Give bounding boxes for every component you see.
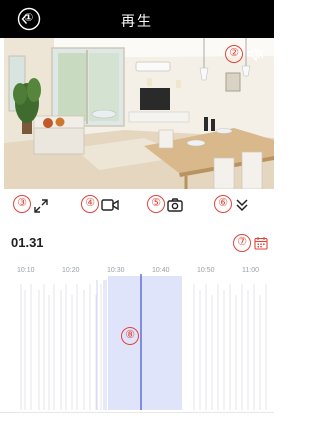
collapse-button[interactable]: ⑥ [214,194,254,216]
date-label: 01.31 [11,235,44,250]
snapshot-marker-number: ⑤ [147,195,165,213]
recorded-segment [108,276,182,410]
playback-controls: ③ ④ ⑤ ⑥ [0,190,274,220]
page-title: 再生 [121,13,153,29]
double-chevron-down-icon [236,199,248,212]
fullscreen-marker-number: ③ [13,195,31,213]
camera-icon [167,198,183,212]
title-bar: ① 再生 [0,0,274,38]
recording-timeline[interactable]: 10:10 10:20 10:30 10:40 10:50 11:00 ⑧ [4,260,274,410]
video-camera-icon [101,199,119,211]
record-button[interactable]: ④ [81,194,121,216]
speaker-muted-icon [247,46,264,62]
snapshot-button[interactable]: ⑤ [147,194,187,216]
record-marker-number: ④ [81,195,99,213]
calendar-icon [254,237,268,250]
calendar-marker-number: ⑦ [233,234,251,252]
collapse-marker-number: ⑥ [214,195,232,213]
mute-button[interactable]: ② [225,44,265,64]
mute-marker-number: ② [225,45,243,63]
fullscreen-button[interactable]: ③ [13,194,49,216]
fullscreen-icon [34,199,48,213]
timeline-tracks [20,274,267,410]
timeline-marker-number: ⑧ [121,327,139,345]
calendar-button[interactable]: ⑦ [233,233,271,253]
video-player[interactable]: ② [4,38,274,189]
bottom-strip [0,412,274,427]
